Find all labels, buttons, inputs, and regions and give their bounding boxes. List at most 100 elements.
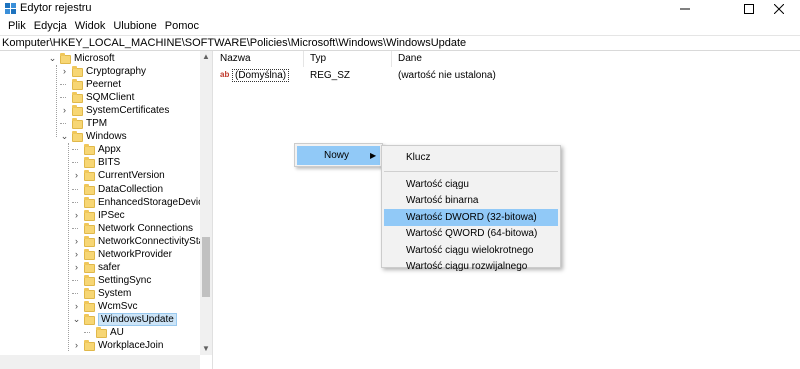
submenu-item[interactable]: Wartość QWORD (64-bitowa) xyxy=(384,225,558,242)
folder-icon xyxy=(72,66,83,78)
tree-item[interactable]: › NetworkConnectivityStatu xyxy=(0,235,212,248)
submenu-item[interactable]: Wartość binarna xyxy=(384,192,558,209)
folder-icon xyxy=(84,157,95,169)
tree-item-label: NetworkConnectivityStatu xyxy=(98,235,213,247)
folder-icon xyxy=(84,340,95,352)
column-header-name[interactable]: Nazwa xyxy=(214,51,304,67)
chevron-down-icon[interactable]: ⌄ xyxy=(48,54,57,63)
tree-connector xyxy=(72,198,81,207)
close-button[interactable] xyxy=(756,0,800,17)
chevron-right-icon[interactable]: › xyxy=(72,249,81,259)
tree-item[interactable]: Peernet xyxy=(0,78,200,91)
menu-separator xyxy=(384,170,558,172)
tree-item[interactable]: › CurrentVersion xyxy=(0,169,200,182)
folder-icon xyxy=(84,196,95,208)
tree-connector xyxy=(72,289,81,298)
value-data: (wartość nie ustalona) xyxy=(398,70,496,81)
tree-item[interactable]: › WcmSvc xyxy=(0,300,200,313)
tree-item[interactable]: › IPSec xyxy=(0,209,200,222)
table-row[interactable]: ab (Domyślna) REG_SZ (wartość nie ustalo… xyxy=(214,68,800,83)
tree-item[interactable]: SQMClient xyxy=(0,91,200,104)
tree-connector-line xyxy=(72,292,78,294)
tree-connector-line xyxy=(60,84,66,86)
tree-item[interactable]: › Cryptography xyxy=(0,65,200,78)
tree-item-label: BITS xyxy=(98,157,121,169)
submenu-item[interactable]: Wartość DWORD (32-bitowa) xyxy=(384,208,558,226)
tree-item[interactable]: EnhancedStorageDevices xyxy=(0,196,212,209)
column-header-type[interactable]: Typ xyxy=(304,51,392,67)
scroll-up-icon[interactable]: ▲ xyxy=(200,51,212,63)
tree-item[interactable]: › SystemCertificates xyxy=(0,104,200,117)
chevron-down-icon[interactable]: ⌄ xyxy=(72,315,81,324)
tree-connector xyxy=(72,224,81,233)
tree-item[interactable]: › NetworkProvider xyxy=(0,248,200,261)
folder-icon xyxy=(84,287,95,299)
tree-pane: ⌄ Microsoft › Cryptography Peernet SQMClient ›… xyxy=(0,51,213,369)
submenu-item-label: Wartość binarna xyxy=(406,195,479,206)
column-header-data[interactable]: Dane xyxy=(392,51,602,67)
scroll-thumb[interactable] xyxy=(202,237,210,297)
chevron-right-icon[interactable]: › xyxy=(60,106,69,115)
submenu-item[interactable]: Wartość ciągu xyxy=(384,176,558,193)
tree-item[interactable]: ⌄ Microsoft xyxy=(0,52,200,65)
scroll-down-icon[interactable]: ▼ xyxy=(200,343,212,355)
string-value-icon: ab xyxy=(220,70,230,79)
minimize-button[interactable] xyxy=(662,0,708,17)
tree-item[interactable]: BITS xyxy=(0,156,200,169)
tree-horizontal-scrollbar[interactable] xyxy=(0,355,200,369)
menu-edit[interactable]: Edycja xyxy=(30,17,71,35)
chevron-right-icon[interactable]: › xyxy=(72,171,81,180)
tree-item-label: TPM xyxy=(86,118,108,130)
chevron-right-icon[interactable]: › xyxy=(72,301,81,311)
folder-icon xyxy=(84,235,95,247)
folder-icon xyxy=(60,53,71,64)
submenu-item[interactable]: Wartość ciągu rozwijalnego xyxy=(384,258,558,275)
tree-item[interactable]: › WorkplaceJoin xyxy=(0,339,200,352)
tree-item-label: System xyxy=(98,287,132,299)
menu-favorites[interactable]: Ulubione xyxy=(109,17,160,35)
folder-icon xyxy=(96,327,107,339)
tree-item[interactable]: SettingSync xyxy=(0,274,200,287)
menu-help[interactable]: Pomoc xyxy=(161,17,203,35)
submenu-item[interactable]: Wartość ciągu wielokrotnego xyxy=(384,242,558,259)
submenu-item[interactable]: Klucz xyxy=(384,149,558,166)
tree-item-label: SettingSync xyxy=(98,274,152,286)
folder-icon xyxy=(72,105,83,117)
tree-item[interactable]: AU xyxy=(0,326,200,339)
tree-connector-line xyxy=(72,149,78,151)
tree-connector-line xyxy=(60,123,66,125)
address-bar[interactable]: Komputer\HKEY_LOCAL_MACHINE\SOFTWARE\Pol… xyxy=(0,35,800,51)
chevron-right-icon[interactable]: › xyxy=(72,236,81,246)
tree-connector-line xyxy=(72,162,78,164)
menu-view[interactable]: Widok xyxy=(71,17,110,35)
tree-item[interactable]: › safer xyxy=(0,261,200,274)
tree-vertical-scrollbar[interactable]: ▲ ▼ xyxy=(200,51,212,355)
tree-item[interactable]: ⌄ WindowsUpdate xyxy=(0,313,200,326)
chevron-down-icon[interactable]: ⌄ xyxy=(60,132,69,141)
menu-item-new[interactable]: Nowy ▶ xyxy=(297,146,380,165)
chevron-right-icon[interactable]: › xyxy=(72,262,81,272)
tree-item[interactable]: Appx xyxy=(0,143,200,156)
tree-item[interactable]: TPM xyxy=(0,117,200,130)
chevron-right-icon[interactable]: › xyxy=(72,341,81,350)
folder-icon xyxy=(84,274,95,286)
tree-connector xyxy=(72,158,81,167)
tree-item[interactable]: Network Connections xyxy=(0,222,200,235)
chevron-right-icon[interactable]: › xyxy=(72,210,81,220)
tree-item[interactable]: System xyxy=(0,287,200,300)
chevron-right-icon[interactable]: › xyxy=(60,67,69,76)
tree-item-label: EnhancedStorageDevices xyxy=(98,196,213,208)
tree-connector xyxy=(72,185,81,194)
tree-item-label: Peernet xyxy=(86,79,122,91)
tree-item-label: NetworkProvider xyxy=(98,248,172,260)
tree-item-label: safer xyxy=(98,261,121,273)
submenu-item-label: Wartość ciągu wielokrotnego xyxy=(406,244,534,256)
submenu-item-label: Wartość DWORD (32-bitowa) xyxy=(406,211,537,223)
tree-item[interactable]: ⌄ Windows xyxy=(0,130,200,143)
folder-icon xyxy=(84,144,95,156)
tree-item[interactable]: DataCollection xyxy=(0,183,200,196)
window-title: Edytor rejestru xyxy=(20,2,92,14)
folder-icon xyxy=(84,222,95,234)
list-header: Nazwa Typ Dane xyxy=(214,51,800,67)
menu-file[interactable]: Plik xyxy=(4,17,30,35)
